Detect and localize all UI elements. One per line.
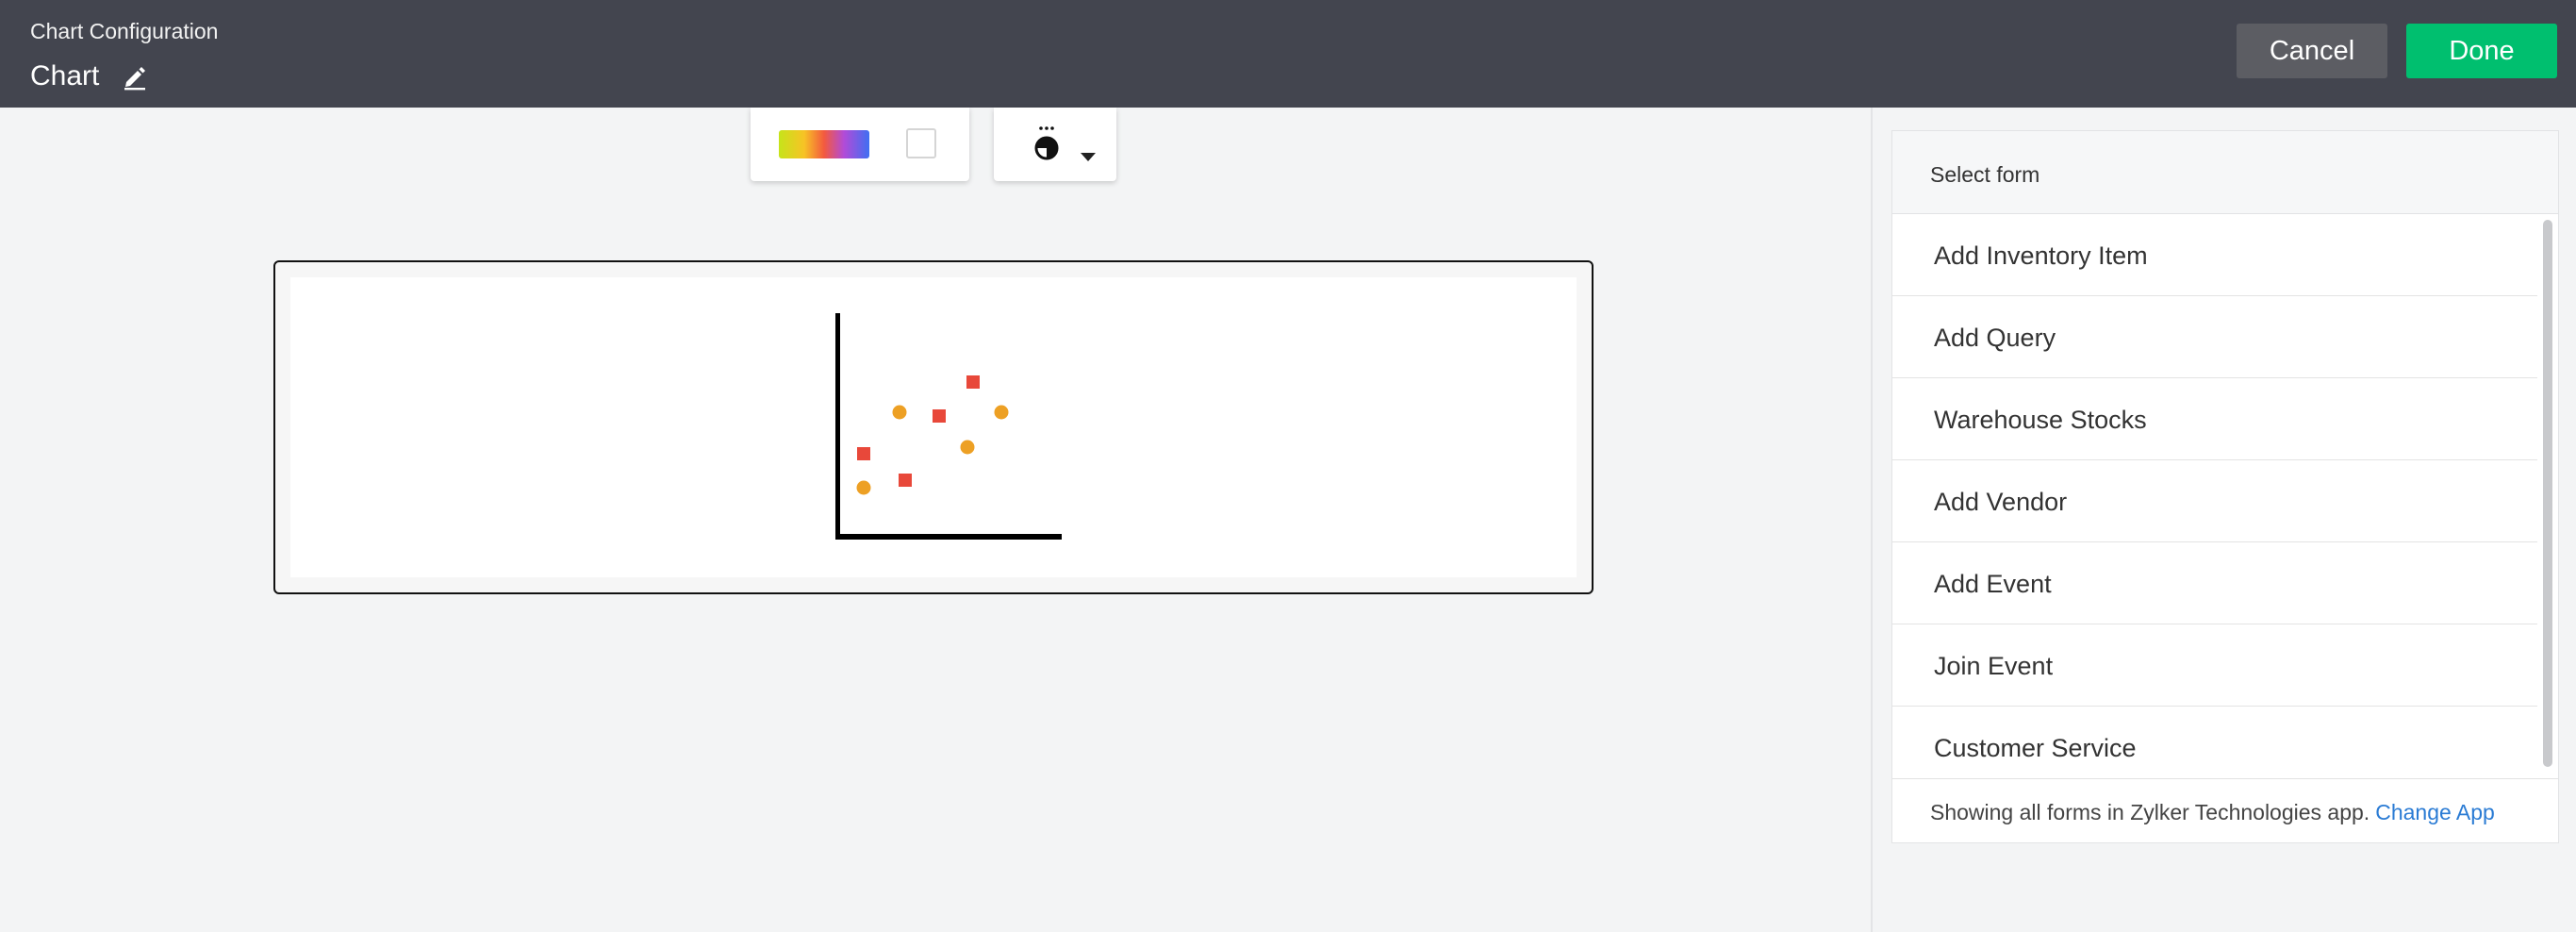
panel-header-label: Select form xyxy=(1930,162,2040,187)
caret-down-icon[interactable] xyxy=(1081,153,1096,161)
footer-text: Showing all forms in Zylker Technologies… xyxy=(1930,800,2495,825)
marker-circle xyxy=(994,405,1009,420)
form-item-label: Add Inventory Item xyxy=(1934,241,2148,270)
form-item-label: Customer Service xyxy=(1934,734,2137,762)
app-title: Chart Configuration xyxy=(30,19,219,43)
chart-preview-canvas xyxy=(290,277,1577,577)
chart-preview[interactable] xyxy=(273,260,1593,594)
panel-divider xyxy=(1871,108,1873,932)
form-item[interactable]: Add Inventory Item xyxy=(1892,214,2537,296)
scatter-icon xyxy=(835,313,1062,540)
change-app-link[interactable]: Change App xyxy=(2375,800,2495,824)
marker-square xyxy=(857,447,870,460)
theme-toolbar[interactable] xyxy=(994,108,1116,181)
y-axis xyxy=(835,313,840,540)
form-item-label: Add Query xyxy=(1934,324,2056,352)
scrollbar[interactable] xyxy=(2543,220,2552,767)
form-item[interactable]: Warehouse Stocks xyxy=(1892,378,2537,460)
form-item-label: Warehouse Stocks xyxy=(1934,406,2147,434)
form-list: Add Inventory Item Add Query Warehouse S… xyxy=(1892,214,2537,778)
marker-circle xyxy=(856,480,871,495)
color-toolbar xyxy=(751,108,969,181)
form-item-label: Add Vendor xyxy=(1934,488,2068,516)
marker-circle xyxy=(892,405,907,420)
form-item-label: Add Event xyxy=(1934,570,2052,598)
panel-header: Select form xyxy=(1892,131,2558,214)
color-palette-swatch[interactable] xyxy=(779,130,869,158)
marker-square xyxy=(933,409,946,423)
form-item[interactable]: Join Event xyxy=(1892,624,2537,707)
form-item[interactable]: Add Event xyxy=(1892,542,2537,624)
footer-note: Showing all forms in Zylker Technologies… xyxy=(1930,800,2370,824)
top-bar: Chart Configuration Chart Cancel Done xyxy=(0,0,2576,108)
form-item[interactable]: Add Query xyxy=(1892,296,2537,378)
background-color-swatch[interactable] xyxy=(906,128,936,158)
cancel-button[interactable]: Cancel xyxy=(2237,24,2387,78)
pencil-icon[interactable] xyxy=(121,62,149,91)
done-button[interactable]: Done xyxy=(2406,24,2557,78)
form-item[interactable]: Customer Service xyxy=(1892,707,2537,778)
marker-square xyxy=(966,375,980,389)
marker-square xyxy=(899,474,912,487)
select-form-panel: Select form Add Inventory Item Add Query… xyxy=(1891,130,2559,843)
x-axis xyxy=(835,534,1062,540)
form-item[interactable]: Add Vendor xyxy=(1892,460,2537,542)
panel-footer: Showing all forms in Zylker Technologies… xyxy=(1892,778,2558,842)
contrast-icon[interactable] xyxy=(1030,125,1064,162)
form-item-label: Join Event xyxy=(1934,652,2054,680)
marker-circle xyxy=(960,440,975,455)
chart-name: Chart xyxy=(30,60,100,92)
